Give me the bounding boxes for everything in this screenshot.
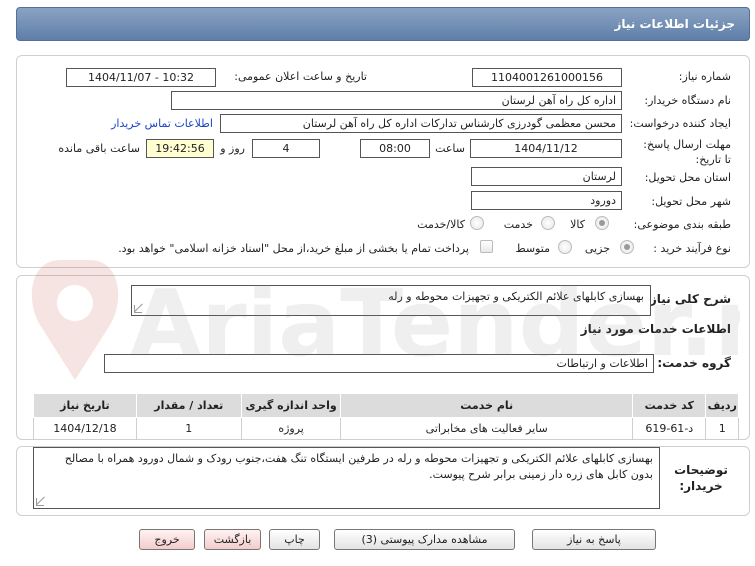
services-table: ردیف کد خدمت نام خدمت واحد اندازه گیری ت…	[33, 393, 739, 440]
city-field: دورود	[471, 191, 622, 210]
province-field: لرستان	[471, 167, 622, 186]
process-medium-label: متوسط	[515, 242, 550, 255]
services-section-title: اطلاعات خدمات مورد نیاز	[580, 322, 731, 336]
description-text: بهسازی کابلهای علائم الکتریکی و تجهیزات …	[388, 290, 644, 303]
days-field: 4	[252, 139, 320, 158]
buyer-notes-text: بهسازی کابلهای علائم الکتریکی و تجهیزات …	[64, 452, 653, 481]
col-service-name: نام خدمت	[340, 393, 634, 418]
service-group-label: گروه خدمت:	[657, 356, 731, 370]
process-label: نوع فرآیند خرید :	[653, 242, 731, 255]
deadline-label: مهلت ارسال پاسخ: تا تاریخ:	[643, 138, 731, 166]
category-service-label: خدمت	[503, 218, 533, 231]
buyer-org-label: نام دستگاه خریدار:	[644, 94, 731, 107]
category-service-radio[interactable]	[541, 216, 555, 230]
treasury-payment-checkbox[interactable]	[480, 240, 493, 253]
process-minor-label: جزیی	[584, 242, 610, 255]
description-textarea: بهسازی کابلهای علائم الکتریکی و تجهیزات …	[131, 285, 651, 316]
exit-button[interactable]: خروج	[139, 529, 195, 550]
remaining-label: ساعت باقی مانده	[58, 142, 140, 155]
respond-button[interactable]: پاسخ به نیاز	[532, 529, 656, 550]
announce-field: 1404/11/07 - 10:32	[66, 68, 216, 87]
creator-label: ایجاد کننده درخواست:	[629, 117, 731, 130]
category-label: طبقه بندی موضوعی:	[633, 218, 731, 231]
process-minor-radio[interactable]	[620, 240, 634, 254]
category-goods-label: کالا	[570, 218, 585, 231]
treasury-payment-note: پرداخت تمام یا بخشی از مبلغ خرید،از محل …	[118, 242, 469, 255]
remaining-time-field: 19:42:56	[146, 139, 214, 158]
page-header: جزئیات اطلاعات نیاز	[16, 7, 750, 41]
days-label: روز و	[220, 142, 245, 155]
deadline-time-label: ساعت	[435, 142, 465, 155]
back-button[interactable]: بازگشت	[204, 529, 261, 550]
category-goods-service-radio[interactable]	[470, 216, 484, 230]
resize-handle[interactable]	[134, 305, 142, 313]
print-button[interactable]: چاپ	[269, 529, 320, 550]
col-quantity: تعداد / مقدار	[135, 393, 242, 418]
buyer-org-field: اداره کل راه آهن لرستان	[171, 91, 622, 110]
cell-quantity: 1	[135, 417, 242, 440]
cell-unit: پروژه	[240, 417, 342, 440]
cell-need-date: 1404/12/18	[33, 417, 137, 440]
need-number-label: شماره نیاز:	[678, 70, 731, 83]
contact-buyer-link[interactable]: اطلاعات تماس خریدار	[111, 117, 213, 130]
col-row: ردیف	[705, 393, 739, 418]
table-row: 1 د-61-619 سایر فعالیت های مخابراتی پروژ…	[33, 417, 739, 440]
resize-handle[interactable]	[36, 498, 44, 506]
cell-row: 1	[705, 417, 739, 440]
creator-field: محسن معظمی گودرزی کارشناس تدارکات اداره …	[220, 114, 622, 133]
cell-service-code: د-61-619	[632, 417, 707, 440]
category-goods-radio[interactable]	[595, 216, 609, 230]
cell-service-name: سایر فعالیت های مخابراتی	[340, 417, 634, 440]
page-title: جزئیات اطلاعات نیاز	[614, 17, 735, 31]
col-service-code: کد خدمت	[632, 393, 707, 418]
buyer-notes-textarea: بهسازی کابلهای علائم الکتریکی و تجهیزات …	[33, 447, 660, 509]
deadline-time-field: 08:00	[360, 139, 430, 158]
col-need-date: تاریخ نیاز	[33, 393, 137, 418]
table-header-row: ردیف کد خدمت نام خدمت واحد اندازه گیری ت…	[33, 393, 739, 418]
attachments-button[interactable]: مشاهده مدارک پیوستی (3)	[334, 529, 515, 550]
category-goods-service-label: کالا/خدمت	[417, 218, 465, 231]
province-label: استان محل تحویل:	[644, 171, 731, 184]
buyer-notes-label: توضیحات خریدار:	[674, 463, 728, 493]
process-medium-radio[interactable]	[558, 240, 572, 254]
deadline-date-field: 1404/11/12	[470, 139, 622, 158]
city-label: شهر محل تحویل:	[651, 195, 731, 208]
service-group-field: اطلاعات و ارتباطات	[104, 354, 654, 373]
col-unit: واحد اندازه گیری	[240, 393, 342, 418]
description-label: شرح کلی نیاز:	[645, 292, 731, 306]
need-number-field: 1104001261000156	[472, 68, 622, 87]
announce-label: تاریخ و ساعت اعلان عمومی:	[234, 70, 367, 83]
